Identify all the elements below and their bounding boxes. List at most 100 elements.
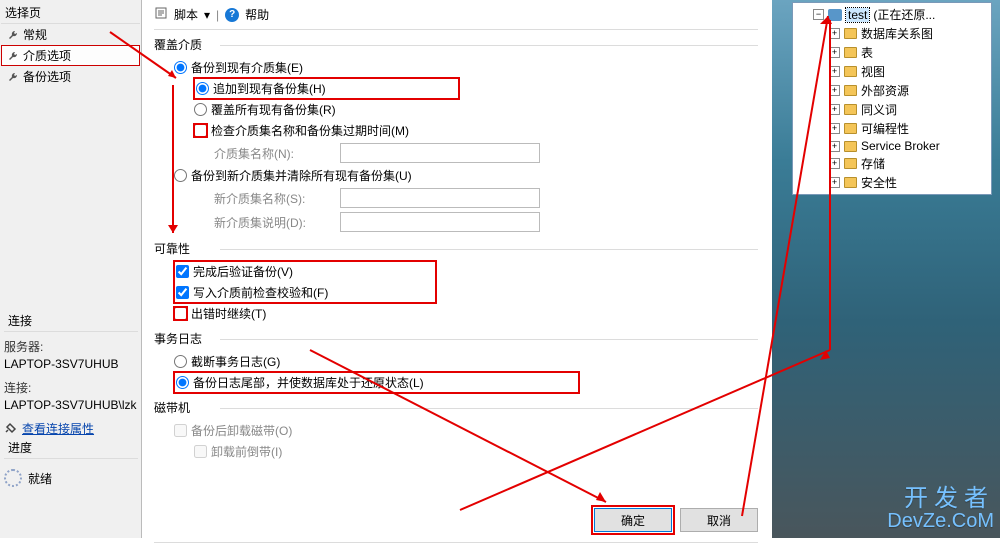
radio-input[interactable] xyxy=(194,103,207,116)
script-icon xyxy=(154,6,168,23)
tree-item-label: 同义词 xyxy=(861,101,897,118)
folder-icon xyxy=(844,28,857,39)
expand-icon[interactable]: + xyxy=(829,141,840,152)
sidebar-header: 选择页 xyxy=(1,2,140,24)
watermark-line1: 开发者 xyxy=(887,486,994,511)
collapse-icon[interactable]: − xyxy=(813,9,824,20)
folder-icon xyxy=(844,158,857,169)
sidebar-item-label: 备份选项 xyxy=(23,68,71,85)
radio-label: 覆盖所有现有备份集(R) xyxy=(211,101,336,118)
checkbox-input[interactable] xyxy=(176,286,189,299)
checkbox-label: 卸载前倒带(I) xyxy=(211,443,282,460)
field-label: 介质集名称(N): xyxy=(214,145,334,162)
check-media-name[interactable]: 检查介质集名称和备份集过期时间(M) xyxy=(154,120,758,141)
new-media-name-input[interactable] xyxy=(340,188,540,208)
expand-icon[interactable]: + xyxy=(829,85,840,96)
checkbox-input[interactable] xyxy=(176,265,189,278)
ok-button[interactable]: 确定 xyxy=(594,508,672,532)
tree-item[interactable]: + 安全性 xyxy=(797,173,987,192)
conn-value: LAPTOP-3SV7UHUB\lzk xyxy=(4,398,138,412)
radio-label: 追加到现有备份集(H) xyxy=(213,80,326,97)
checkbox-label: 出错时继续(T) xyxy=(191,305,266,322)
radio-label: 备份到现有介质集(E) xyxy=(191,59,303,76)
field-label: 新介质集名称(S): xyxy=(214,190,334,207)
folder-icon xyxy=(844,141,857,152)
wrench-icon xyxy=(7,50,19,62)
group-tape: 磁带机 xyxy=(154,399,758,416)
footer-buttons: 确定 取消 xyxy=(594,508,758,532)
expand-icon[interactable]: + xyxy=(829,104,840,115)
tree-item[interactable]: +视图 xyxy=(797,62,987,81)
sidebar-item-backupoptions[interactable]: 备份选项 xyxy=(1,66,140,87)
script-button[interactable]: 脚本 xyxy=(174,6,198,23)
sidebar-item-general[interactable]: 常规 xyxy=(1,24,140,45)
expand-icon[interactable]: + xyxy=(829,66,840,77)
expand-icon[interactable]: + xyxy=(829,158,840,169)
tree-item[interactable]: +表 xyxy=(797,43,987,62)
folder-icon xyxy=(844,47,857,58)
check-verify[interactable]: 完成后验证备份(V) xyxy=(174,261,436,282)
watermark: 开发者 DevZe.CoM xyxy=(887,486,994,532)
radio-tail-restore[interactable]: 备份日志尾部，并使数据库处于还原状态(L) xyxy=(174,372,579,393)
progress-header: 进度 xyxy=(4,437,138,459)
radio-append-existing[interactable]: 追加到现有备份集(H) xyxy=(194,78,459,99)
progress-pane: 进度 就绪 xyxy=(0,435,142,489)
tree-item[interactable]: + 数据库关系图 xyxy=(797,24,987,43)
radio-backup-new-erase[interactable]: 备份到新介质集并清除所有现有备份集(U) xyxy=(154,165,758,186)
radio-label: 截断事务日志(G) xyxy=(191,353,280,370)
watermark-line2: DevZe.CoM xyxy=(887,511,994,532)
help-icon[interactable]: ? xyxy=(225,8,239,22)
sidebar-item-label: 常规 xyxy=(23,26,47,43)
folder-icon xyxy=(844,177,857,188)
tree-root-status: (正在还原... xyxy=(873,6,935,23)
media-name-input[interactable] xyxy=(340,143,540,163)
tree-item[interactable]: + 外部资源 xyxy=(797,81,987,100)
check-checksum[interactable]: 写入介质前检查校验和(F) xyxy=(174,282,436,303)
radio-input[interactable] xyxy=(174,355,187,368)
server-label: 服务器: xyxy=(4,338,138,355)
radio-input[interactable] xyxy=(174,169,187,182)
tree-item[interactable]: +Service Broker xyxy=(797,138,987,154)
radio-input[interactable] xyxy=(176,376,189,389)
dropdown-icon[interactable]: ▾ xyxy=(204,8,210,22)
help-button[interactable]: 帮助 xyxy=(245,6,269,23)
field-media-name: 介质集名称(N): xyxy=(154,141,758,165)
tree-item[interactable]: + 同义词 xyxy=(797,100,987,119)
database-icon xyxy=(828,9,842,21)
radio-backup-existing[interactable]: 备份到现有介质集(E) xyxy=(154,57,758,78)
expand-icon[interactable]: + xyxy=(829,177,840,188)
cancel-button[interactable]: 取消 xyxy=(680,508,758,532)
check-rewind-before: 卸载前倒带(I) xyxy=(154,441,758,462)
tree-item-label: 数据库关系图 xyxy=(861,25,933,42)
checkbox-input[interactable] xyxy=(174,307,187,320)
radio-label: 备份到新介质集并清除所有现有备份集(U) xyxy=(191,167,412,184)
radio-input[interactable] xyxy=(174,61,187,74)
tree-root[interactable]: − test (正在还原... xyxy=(797,5,987,24)
radio-truncate-log[interactable]: 截断事务日志(G) xyxy=(154,351,758,372)
new-media-desc-input[interactable] xyxy=(340,212,540,232)
tree-root-label: test xyxy=(846,8,869,22)
tree-item-label: 外部资源 xyxy=(861,82,909,99)
connection-header: 连接 xyxy=(4,310,138,332)
check-unload-after: 备份后卸载磁带(O) xyxy=(154,420,758,441)
right-background: − test (正在还原... +数据库关系图+表+视图+外部资源+同义词+可编… xyxy=(772,0,1000,538)
folder-icon xyxy=(844,104,857,115)
sidebar-item-mediaoptions[interactable]: 介质选项 xyxy=(1,45,140,66)
radio-overwrite-all[interactable]: 覆盖所有现有备份集(R) xyxy=(154,99,758,120)
radio-label: 备份日志尾部，并使数据库处于还原状态(L) xyxy=(193,374,424,391)
field-new-media-desc: 新介质集说明(D): xyxy=(154,210,758,234)
progress-status: 就绪 xyxy=(28,470,52,487)
group-reliability: 可靠性 xyxy=(154,240,758,257)
checkbox-label: 备份后卸载磁带(O) xyxy=(191,422,292,439)
main-panel: 脚本 ▾ | ? 帮助 覆盖介质 备份到现有介质集(E) 追加到现有备份集(H)… xyxy=(142,0,770,538)
wrench-icon xyxy=(7,29,19,41)
tree-item[interactable]: +可编程性 xyxy=(797,119,987,138)
expand-icon[interactable]: + xyxy=(829,47,840,58)
radio-input[interactable] xyxy=(196,82,209,95)
expand-icon[interactable]: + xyxy=(829,123,840,134)
expand-icon[interactable]: + xyxy=(829,28,840,39)
checkbox-input[interactable] xyxy=(194,124,207,137)
check-continue-error[interactable]: 出错时继续(T) xyxy=(154,303,758,324)
tree-item-label: 安全性 xyxy=(861,174,897,191)
tree-item[interactable]: +存储 xyxy=(797,154,987,173)
